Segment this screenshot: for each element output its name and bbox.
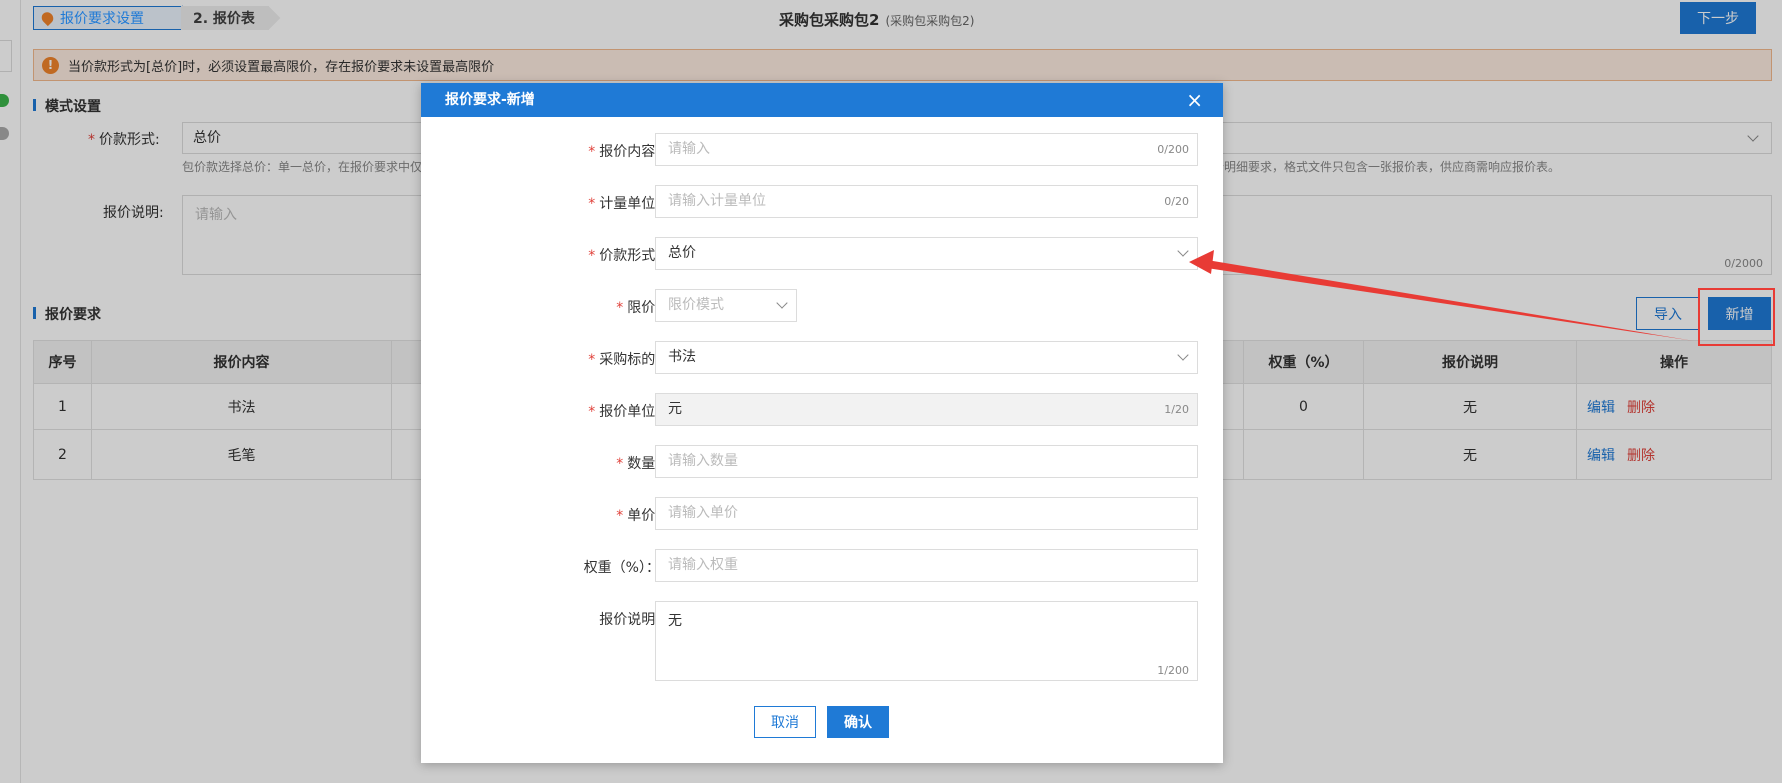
weight-placeholder: 请输入权重 [668,557,738,573]
row-content: * 报价内容: 请输入 0/200 [421,133,1223,167]
price-unit-input: 元 1/20 [655,393,1198,426]
unit-counter: 0/20 [1164,195,1189,208]
target-select[interactable]: 书法 [655,341,1198,374]
chevron-down-icon [1177,349,1189,361]
close-icon[interactable]: × [1186,83,1203,117]
row-price-form: * 价款形式: 总价 [421,237,1223,271]
chevron-down-icon [776,297,788,309]
quantity-label: * 数量: [616,456,660,472]
row-unit-price: * 单价: 请输入单价 [421,497,1223,531]
confirm-button[interactable]: 确认 [827,706,889,738]
content-counter: 0/200 [1157,143,1189,156]
content-placeholder: 请输入 [668,141,710,157]
remark-label: 报价说明: [599,612,660,628]
content-input[interactable]: 请输入 0/200 [655,133,1198,166]
unit-price-label: * 单价: [616,508,660,524]
content-label-text: 报价内容: [599,144,660,160]
unit-price-placeholder: 请输入单价 [668,505,738,521]
unit-input[interactable]: 请输入计量单位 0/20 [655,185,1198,218]
target-value: 书法 [668,349,696,365]
unit-placeholder: 请输入计量单位 [668,193,766,209]
remark-value: 无 [668,613,682,629]
target-label-text: 采购标的: [599,352,660,368]
quantity-placeholder: 请输入数量 [668,453,738,469]
unit-label: * 计量单位: [588,196,660,212]
step-quote-table-label: 2. 报价表 [193,11,255,27]
weight-input[interactable]: 请输入权重 [655,549,1198,582]
chevron-down-icon [1177,245,1189,257]
limit-placeholder: 限价模式 [668,297,724,313]
quantity-input[interactable]: 请输入数量 [655,445,1198,478]
row-price-unit: * 报价单位: 元 1/20 [421,393,1223,427]
price-form-value: 总价 [668,245,696,261]
annotation-highlight-box [1698,288,1775,346]
row-limit: * 限价: 限价模式 [421,289,1223,323]
row-weight: 权重（%）： 请输入权重 [421,549,1223,583]
remark-counter: 1/200 [1157,664,1189,677]
row-remark: 报价说明: 无 1/200 [421,601,1223,681]
step-quote-settings-label: 报价要求设置 [60,11,144,27]
content-label: * 报价内容: [588,144,660,160]
limit-mode-select[interactable]: 限价模式 [655,289,797,322]
price-form-label: * 价款形式: [588,248,660,264]
dialog-title: 报价要求-新增 [445,92,535,108]
target-label: * 采购标的: [588,352,660,368]
row-quantity: * 数量: 请输入数量 [421,445,1223,479]
weight-label: 权重（%）： [583,560,660,576]
price-form-label-text: 价款形式: [599,248,660,264]
unit-label-text: 计量单位: [599,196,660,212]
price-unit-label-text: 报价单位: [599,404,660,420]
limit-label: * 限价: [616,300,660,316]
price-unit-value: 元 [668,401,682,417]
row-target: * 采购标的: 书法 [421,341,1223,375]
row-unit: * 计量单位: 请输入计量单位 0/20 [421,185,1223,219]
price-form-select[interactable]: 总价 [655,237,1198,270]
remark-textarea[interactable]: 无 1/200 [655,601,1198,681]
add-quote-requirement-dialog: 报价要求-新增 × * 报价内容: 请输入 0/200 * 计量单位: 请输入计量单… [421,83,1223,763]
cancel-button[interactable]: 取消 [754,706,816,738]
price-unit-label: * 报价单位: [588,404,660,420]
price-unit-counter: 1/20 [1164,403,1189,416]
unit-price-input[interactable]: 请输入单价 [655,497,1198,530]
dialog-header: 报价要求-新增 × [421,83,1223,117]
